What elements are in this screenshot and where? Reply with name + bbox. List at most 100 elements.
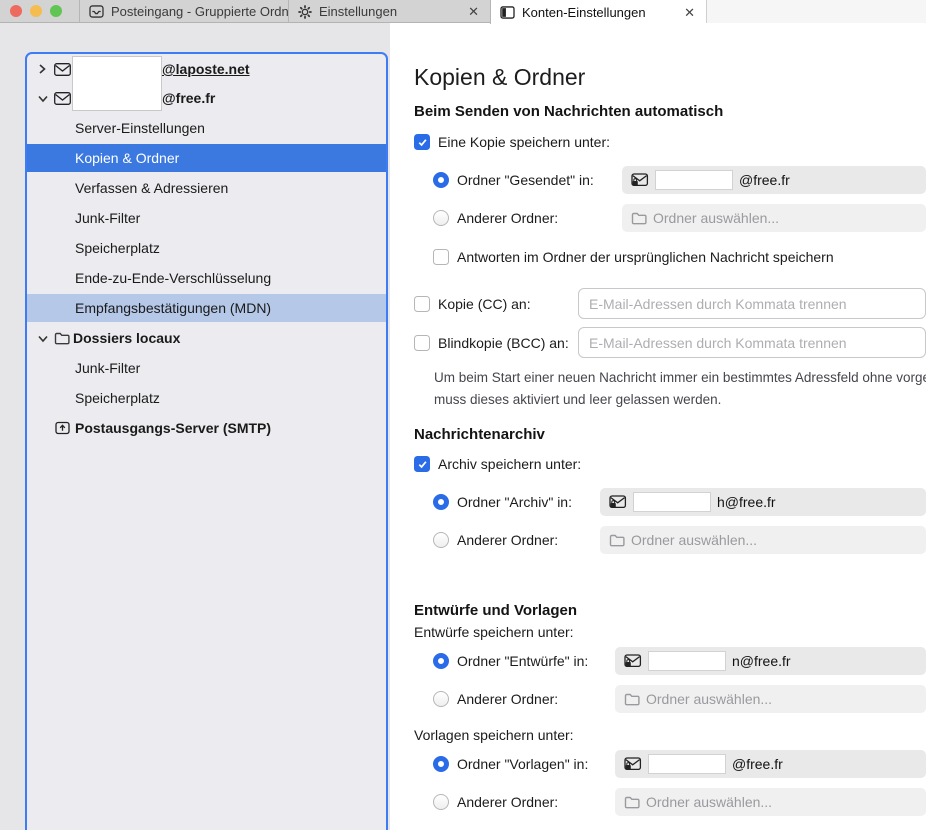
archive-folder-row: Ordner "Archiv" in: h@free.fr [433, 488, 926, 516]
radio-label[interactable]: Ordner "Vorlagen" in: [457, 756, 588, 772]
inbox-icon [89, 5, 104, 18]
sidebar-item-local-folders[interactable]: Dossiers locaux [27, 324, 386, 352]
dropdown-value: n@free.fr [732, 653, 791, 669]
sent-folder-radio[interactable] [433, 172, 449, 188]
sent-folder-row: Ordner "Gesendet" in: @free.fr [433, 166, 926, 194]
archive-folder-radio[interactable] [433, 494, 449, 510]
other-folder-radio[interactable] [433, 210, 449, 226]
templates-other-radio[interactable] [433, 794, 449, 810]
sidebar-item-outgoing-server[interactable]: Postausgangs-Server (SMTP) [27, 414, 386, 442]
radio-label[interactable]: Anderer Ordner: [457, 532, 558, 548]
checkbox-label[interactable]: Blindkopie (BCC) an: [438, 335, 569, 351]
other-folder-dropdown[interactable]: Ordner auswählen... [622, 204, 926, 232]
drafts-folder-radio[interactable] [433, 653, 449, 669]
section-heading-send: Beim Senden von Nachrichten automatisch [414, 103, 723, 120]
radio-label[interactable]: Anderer Ordner: [457, 691, 558, 707]
cc-input[interactable] [578, 288, 926, 319]
sidebar-item-return-receipts[interactable]: Empfangsbestätigungen (MDN) [27, 294, 386, 322]
chevron-down-icon[interactable] [38, 94, 48, 103]
tab-settings[interactable]: Einstellungen ✕ [288, 0, 490, 23]
folder-icon [624, 796, 640, 809]
dropdown-value: @free.fr [732, 756, 783, 772]
dropdown-value: Ordner auswählen... [631, 532, 757, 548]
checkbox-label[interactable]: Archiv speichern unter: [438, 456, 581, 472]
archive-other-radio[interactable] [433, 532, 449, 548]
drafts-folder-dropdown[interactable]: n@free.fr [615, 647, 926, 675]
tab-bar-spacer [706, 0, 926, 23]
templates-save-label: Vorlagen speichern unter: [414, 727, 574, 743]
tab-label: Posteingang - Gruppierte Ordne [111, 4, 288, 19]
sidebar-item-label: Kopien & Ordner [75, 150, 179, 166]
templates-folder-dropdown[interactable]: @free.fr [615, 750, 926, 778]
mail-lock-icon [631, 173, 649, 187]
templates-other-dropdown[interactable]: Ordner auswählen... [615, 788, 926, 816]
dropdown-value: @free.fr [739, 172, 790, 188]
close-window-button[interactable] [10, 5, 22, 17]
sidebar-item-disk-space[interactable]: Speicherplatz [27, 234, 386, 262]
tab-label: Einstellungen [319, 4, 397, 19]
radio-label[interactable]: Anderer Ordner: [457, 794, 558, 810]
close-icon[interactable]: ✕ [682, 6, 697, 19]
sidebar-item-e2e-encryption[interactable]: Ende-zu-Ende-Verschlüsselung [27, 264, 386, 292]
zoom-window-button[interactable] [50, 5, 62, 17]
window-content: @laposte.net @free.fr Server-Einstellung… [0, 23, 926, 830]
account-name: @laposte.net [162, 61, 250, 77]
drafts-other-radio[interactable] [433, 691, 449, 707]
sidebar-item-label: Empfangsbestätigungen (MDN) [75, 300, 271, 316]
sidebar-item-label: Verfassen & Adressieren [75, 180, 228, 196]
close-icon[interactable]: ✕ [466, 5, 481, 18]
sidebar-item-junk-filter-local[interactable]: Junk-Filter [27, 354, 386, 382]
sidebar-item-label: Server-Einstellungen [75, 120, 205, 136]
smtp-server-icon [55, 421, 71, 435]
chevron-right-icon[interactable] [38, 64, 46, 74]
checkbox-label[interactable]: Eine Kopie speichern unter: [438, 134, 610, 150]
radio-label[interactable]: Anderer Ordner: [457, 210, 558, 226]
tab-label: Konten-Einstellungen [522, 5, 646, 20]
gear-icon [298, 5, 312, 19]
drafts-other-dropdown[interactable]: Ordner auswählen... [615, 685, 926, 713]
tab-inbox[interactable]: Posteingang - Gruppierte Ordne [79, 0, 288, 23]
dropdown-value: Ordner auswählen... [646, 794, 772, 810]
sidebar-item-label: Junk-Filter [75, 210, 140, 226]
sidebar-item-label: Junk-Filter [75, 360, 140, 376]
redaction-box [72, 56, 162, 111]
account-settings-icon [500, 6, 515, 19]
cc-checkbox[interactable] [414, 296, 430, 312]
sidebar-item-server-settings[interactable]: Server-Einstellungen [27, 114, 386, 142]
chevron-down-icon[interactable] [38, 334, 48, 343]
sidebar-item-composition-addressing[interactable]: Verfassen & Adressieren [27, 174, 386, 202]
checkbox-label[interactable]: Kopie (CC) an: [438, 296, 531, 312]
bcc-input[interactable] [578, 327, 926, 358]
minimize-window-button[interactable] [30, 5, 42, 17]
account-sidebar: @laposte.net @free.fr Server-Einstellung… [0, 23, 390, 830]
checkbox-label[interactable]: Antworten im Ordner der ursprünglichen N… [457, 249, 834, 265]
account-name: @free.fr [162, 90, 215, 106]
archive-folder-dropdown[interactable]: h@free.fr [600, 488, 926, 516]
other-folder-row: Anderer Ordner: Ordner auswählen... [433, 204, 926, 232]
account-tree: @laposte.net @free.fr Server-Einstellung… [25, 52, 388, 830]
cc-row: Kopie (CC) an: [414, 288, 926, 319]
sent-folder-dropdown[interactable]: @free.fr [622, 166, 926, 194]
bcc-checkbox[interactable] [414, 335, 430, 351]
mail-lock-icon [609, 495, 627, 509]
sidebar-item-junk-filter[interactable]: Junk-Filter [27, 204, 386, 232]
radio-label[interactable]: Ordner "Gesendet" in: [457, 172, 594, 188]
save-copy-checkbox[interactable] [414, 134, 430, 150]
radio-label[interactable]: Ordner "Archiv" in: [457, 494, 572, 510]
redaction-box [648, 754, 726, 774]
mail-account-icon [54, 92, 71, 105]
tab-account-settings[interactable]: Konten-Einstellungen ✕ [490, 0, 706, 24]
archive-save-checkbox[interactable] [414, 456, 430, 472]
radio-label[interactable]: Ordner "Entwürfe" in: [457, 653, 588, 669]
mail-account-icon [54, 63, 71, 76]
dropdown-value: h@free.fr [717, 494, 776, 510]
redaction-box [633, 492, 711, 512]
sidebar-item-copies-folders[interactable]: Kopien & Ordner [27, 144, 386, 172]
archive-other-dropdown[interactable]: Ordner auswählen... [600, 526, 926, 554]
dropdown-value: Ordner auswählen... [653, 210, 779, 226]
templates-folder-radio[interactable] [433, 756, 449, 772]
sidebar-item-disk-space-local[interactable]: Speicherplatz [27, 384, 386, 412]
save-replies-checkbox[interactable] [433, 249, 449, 265]
sidebar-item-label: Ende-zu-Ende-Verschlüsselung [75, 270, 271, 286]
section-heading-archive: Nachrichtenarchiv [414, 426, 545, 443]
